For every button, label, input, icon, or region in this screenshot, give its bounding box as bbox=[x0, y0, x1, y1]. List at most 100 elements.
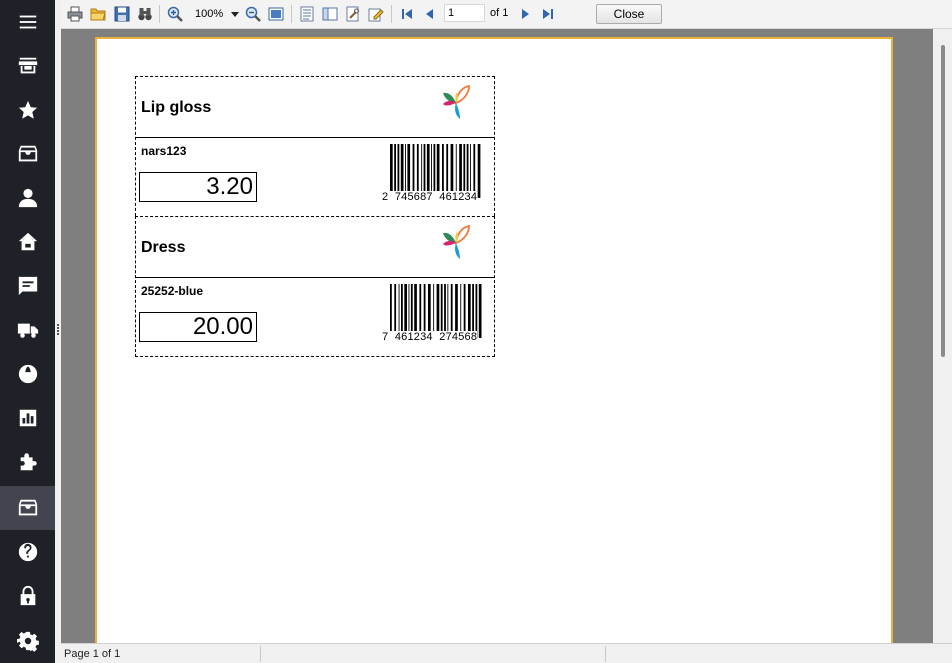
sidebar-item-plugins[interactable] bbox=[0, 440, 55, 484]
store-icon bbox=[18, 57, 37, 74]
open-button[interactable] bbox=[88, 4, 108, 24]
sidebar-item-favorites[interactable] bbox=[0, 88, 55, 132]
sidebar-item-reports[interactable] bbox=[0, 396, 55, 440]
barcode-bar bbox=[433, 284, 435, 338]
sidebar-item-inbox[interactable] bbox=[0, 132, 55, 176]
splitter-handle[interactable] bbox=[57, 324, 59, 336]
page-layout-icon bbox=[322, 7, 338, 21]
scrollbar-thumb[interactable] bbox=[941, 45, 945, 357]
wrench-page-icon bbox=[346, 6, 359, 22]
binoculars-icon bbox=[138, 8, 152, 21]
status-bar: Page 1 of 1 bbox=[61, 643, 952, 663]
vertical-scrollbar[interactable] bbox=[933, 29, 952, 643]
barcode-bar bbox=[450, 144, 454, 198]
fit-page-icon bbox=[268, 7, 284, 21]
sidebar-item-shipping[interactable] bbox=[0, 308, 55, 352]
barcode-bar bbox=[463, 284, 466, 338]
help-icon bbox=[18, 542, 37, 562]
barcode-number: 2 745687 461234 bbox=[382, 191, 478, 203]
barcode-bar bbox=[398, 284, 400, 338]
barcode-bar bbox=[459, 144, 462, 198]
previous-page-icon bbox=[426, 9, 433, 19]
barcode-bar bbox=[470, 144, 471, 198]
edit-button[interactable] bbox=[366, 4, 386, 24]
barcode-bar bbox=[390, 144, 393, 198]
sidebar-item-web[interactable] bbox=[0, 352, 55, 396]
save-button[interactable] bbox=[112, 4, 132, 24]
home-basket-icon bbox=[18, 232, 37, 251]
sidebar-item-help[interactable] bbox=[0, 530, 55, 574]
next-page-button[interactable] bbox=[515, 4, 535, 24]
label-divider bbox=[136, 277, 494, 278]
barcode-bar bbox=[472, 284, 474, 338]
zoom-out-button[interactable] bbox=[243, 4, 263, 24]
status-page-info: Page 1 of 1 bbox=[64, 648, 121, 660]
barcode-bar bbox=[394, 284, 397, 338]
sidebar-item-archive[interactable] bbox=[0, 486, 55, 530]
sidebar-item-customers[interactable] bbox=[0, 176, 55, 220]
barcode-bar bbox=[440, 284, 443, 338]
find-button[interactable] bbox=[135, 4, 155, 24]
chat-icon bbox=[18, 276, 37, 296]
label-sku: 25252-blue bbox=[141, 284, 204, 298]
barcode-bar bbox=[421, 144, 423, 198]
flower-logo-icon bbox=[443, 84, 470, 119]
barcode-bar bbox=[412, 144, 415, 198]
thumbnails-button[interactable] bbox=[320, 4, 340, 24]
sidebar-item-store[interactable] bbox=[0, 44, 55, 88]
star-icon bbox=[18, 100, 37, 119]
barcode-bar bbox=[436, 284, 440, 338]
globe-icon bbox=[18, 364, 37, 384]
puzzle-icon bbox=[20, 453, 37, 471]
close-button[interactable]: Close bbox=[596, 4, 662, 24]
barcode-bar bbox=[442, 144, 444, 198]
archive-icon bbox=[18, 499, 37, 516]
barcode-bar bbox=[466, 144, 469, 198]
next-page-icon bbox=[522, 9, 529, 19]
barcode-bar bbox=[433, 144, 436, 198]
label-title: Dress bbox=[141, 239, 186, 256]
barcode-bar bbox=[416, 144, 419, 198]
zoom-select[interactable]: 100% bbox=[194, 5, 240, 23]
barcode-bar bbox=[463, 144, 466, 198]
barcode-bar bbox=[436, 144, 440, 198]
sidebar-item-basket[interactable] bbox=[0, 220, 55, 264]
outline-button[interactable] bbox=[297, 4, 317, 24]
product-label: Lip gloss nars123 3.20 2 745687 461234 bbox=[135, 76, 495, 216]
page-number-input[interactable] bbox=[444, 4, 485, 22]
zoom-in-icon bbox=[167, 6, 183, 22]
sidebar-item-settings[interactable] bbox=[0, 619, 55, 663]
barcode-bar bbox=[477, 144, 481, 198]
report-preview-area[interactable]: Lip gloss nars123 3.20 2 745687 461234 D… bbox=[61, 29, 933, 643]
lock-icon bbox=[20, 585, 35, 606]
previous-page-button[interactable] bbox=[420, 4, 440, 24]
zoom-value: 100% bbox=[195, 8, 224, 20]
full-screen-button[interactable] bbox=[266, 4, 286, 24]
barcode-bar bbox=[410, 284, 413, 338]
outline-icon bbox=[300, 6, 314, 22]
barcode-bar bbox=[423, 284, 426, 338]
zoom-in-button[interactable] bbox=[165, 4, 185, 24]
barcode-bar bbox=[428, 284, 431, 338]
label-divider bbox=[136, 137, 494, 138]
page-setup-button[interactable] bbox=[343, 4, 363, 24]
first-page-button[interactable] bbox=[397, 4, 417, 24]
app-window: 100% of 1 bbox=[0, 0, 952, 663]
first-page-icon bbox=[402, 9, 412, 19]
chevron-down-icon bbox=[231, 12, 239, 17]
barcode-bar bbox=[460, 284, 462, 338]
page-total-label: of 1 bbox=[490, 7, 509, 19]
last-page-button[interactable] bbox=[538, 4, 558, 24]
product-label: Dress 25252-blue 20.00 7 461234 274568 bbox=[135, 216, 495, 357]
menu-button[interactable] bbox=[0, 0, 55, 44]
gear-icon bbox=[16, 631, 39, 652]
flower-logo-icon bbox=[443, 224, 470, 259]
sidebar-item-messages[interactable] bbox=[0, 264, 55, 308]
print-button[interactable] bbox=[65, 4, 85, 24]
barcode-bar bbox=[446, 144, 449, 198]
barcode-bar bbox=[397, 144, 400, 198]
barcode-image bbox=[390, 144, 481, 198]
barcode-bar bbox=[414, 284, 417, 338]
save-icon bbox=[114, 6, 130, 22]
sidebar-item-security[interactable] bbox=[0, 574, 55, 618]
